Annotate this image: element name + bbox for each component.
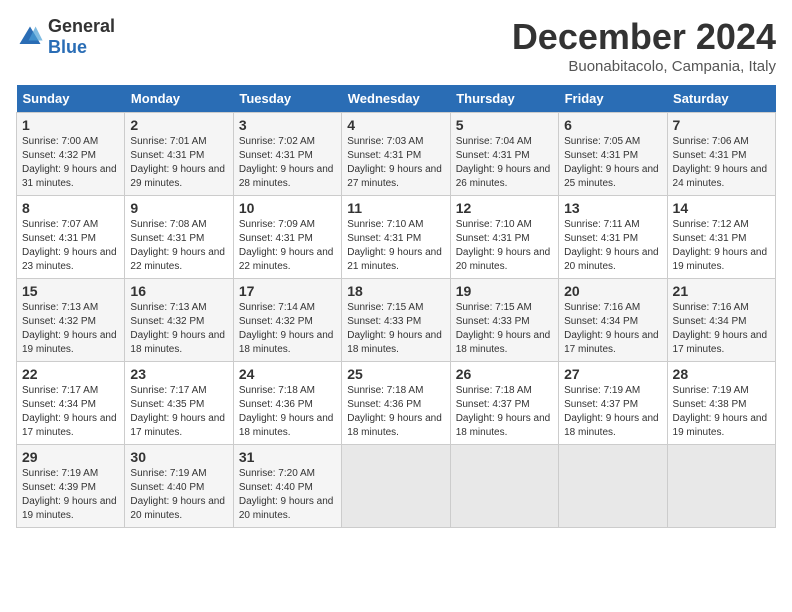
calendar-day-18: 18Sunrise: 7:15 AMSunset: 4:33 PMDayligh… — [342, 279, 450, 362]
logo-blue: Blue — [48, 37, 87, 57]
calendar-week-4: 22Sunrise: 7:17 AMSunset: 4:34 PMDayligh… — [17, 362, 776, 445]
calendar-day-6: 6Sunrise: 7:05 AMSunset: 4:31 PMDaylight… — [559, 113, 667, 196]
logo: General Blue — [16, 16, 115, 58]
calendar-day-15: 15Sunrise: 7:13 AMSunset: 4:32 PMDayligh… — [17, 279, 125, 362]
calendar-day-29: 29Sunrise: 7:19 AMSunset: 4:39 PMDayligh… — [17, 445, 125, 528]
logo-icon — [16, 23, 44, 51]
weekday-header-row: Sunday Monday Tuesday Wednesday Thursday… — [17, 85, 776, 113]
header-sunday: Sunday — [17, 85, 125, 113]
page-header: General Blue December 2024 Buonabitacolo… — [16, 16, 776, 75]
calendar-day-4: 4Sunrise: 7:03 AMSunset: 4:31 PMDaylight… — [342, 113, 450, 196]
calendar-day-26: 26Sunrise: 7:18 AMSunset: 4:37 PMDayligh… — [450, 362, 558, 445]
header-saturday: Saturday — [667, 85, 775, 113]
calendar-week-3: 15Sunrise: 7:13 AMSunset: 4:32 PMDayligh… — [17, 279, 776, 362]
calendar-day-24: 24Sunrise: 7:18 AMSunset: 4:36 PMDayligh… — [233, 362, 341, 445]
calendar-day-14: 14Sunrise: 7:12 AMSunset: 4:31 PMDayligh… — [667, 196, 775, 279]
calendar-day-31: 31Sunrise: 7:20 AMSunset: 4:40 PMDayligh… — [233, 445, 341, 528]
header-friday: Friday — [559, 85, 667, 113]
logo-general: General — [48, 16, 115, 36]
month-title: December 2024 — [512, 16, 776, 58]
calendar-empty-cell — [667, 445, 775, 528]
calendar-day-25: 25Sunrise: 7:18 AMSunset: 4:36 PMDayligh… — [342, 362, 450, 445]
calendar-day-21: 21Sunrise: 7:16 AMSunset: 4:34 PMDayligh… — [667, 279, 775, 362]
calendar-empty-cell — [342, 445, 450, 528]
calendar-week-2: 8Sunrise: 7:07 AMSunset: 4:31 PMDaylight… — [17, 196, 776, 279]
calendar-day-12: 12Sunrise: 7:10 AMSunset: 4:31 PMDayligh… — [450, 196, 558, 279]
calendar-day-19: 19Sunrise: 7:15 AMSunset: 4:33 PMDayligh… — [450, 279, 558, 362]
calendar-day-17: 17Sunrise: 7:14 AMSunset: 4:32 PMDayligh… — [233, 279, 341, 362]
calendar-day-30: 30Sunrise: 7:19 AMSunset: 4:40 PMDayligh… — [125, 445, 233, 528]
calendar-day-22: 22Sunrise: 7:17 AMSunset: 4:34 PMDayligh… — [17, 362, 125, 445]
calendar-day-10: 10Sunrise: 7:09 AMSunset: 4:31 PMDayligh… — [233, 196, 341, 279]
header-tuesday: Tuesday — [233, 85, 341, 113]
calendar-empty-cell — [450, 445, 558, 528]
calendar-table: Sunday Monday Tuesday Wednesday Thursday… — [16, 85, 776, 528]
location-title: Buonabitacolo, Campania, Italy — [512, 58, 776, 75]
calendar-day-13: 13Sunrise: 7:11 AMSunset: 4:31 PMDayligh… — [559, 196, 667, 279]
calendar-day-5: 5Sunrise: 7:04 AMSunset: 4:31 PMDaylight… — [450, 113, 558, 196]
header-wednesday: Wednesday — [342, 85, 450, 113]
calendar-week-1: 1Sunrise: 7:00 AMSunset: 4:32 PMDaylight… — [17, 113, 776, 196]
calendar-day-8: 8Sunrise: 7:07 AMSunset: 4:31 PMDaylight… — [17, 196, 125, 279]
calendar-day-28: 28Sunrise: 7:19 AMSunset: 4:38 PMDayligh… — [667, 362, 775, 445]
calendar-day-7: 7Sunrise: 7:06 AMSunset: 4:31 PMDaylight… — [667, 113, 775, 196]
calendar-day-23: 23Sunrise: 7:17 AMSunset: 4:35 PMDayligh… — [125, 362, 233, 445]
title-area: December 2024 Buonabitacolo, Campania, I… — [512, 16, 776, 75]
calendar-day-1: 1Sunrise: 7:00 AMSunset: 4:32 PMDaylight… — [17, 113, 125, 196]
header-monday: Monday — [125, 85, 233, 113]
calendar-week-5: 29Sunrise: 7:19 AMSunset: 4:39 PMDayligh… — [17, 445, 776, 528]
calendar-day-20: 20Sunrise: 7:16 AMSunset: 4:34 PMDayligh… — [559, 279, 667, 362]
calendar-day-9: 9Sunrise: 7:08 AMSunset: 4:31 PMDaylight… — [125, 196, 233, 279]
calendar-day-3: 3Sunrise: 7:02 AMSunset: 4:31 PMDaylight… — [233, 113, 341, 196]
header-thursday: Thursday — [450, 85, 558, 113]
calendar-day-11: 11Sunrise: 7:10 AMSunset: 4:31 PMDayligh… — [342, 196, 450, 279]
calendar-day-27: 27Sunrise: 7:19 AMSunset: 4:37 PMDayligh… — [559, 362, 667, 445]
calendar-day-16: 16Sunrise: 7:13 AMSunset: 4:32 PMDayligh… — [125, 279, 233, 362]
calendar-empty-cell — [559, 445, 667, 528]
calendar-day-2: 2Sunrise: 7:01 AMSunset: 4:31 PMDaylight… — [125, 113, 233, 196]
